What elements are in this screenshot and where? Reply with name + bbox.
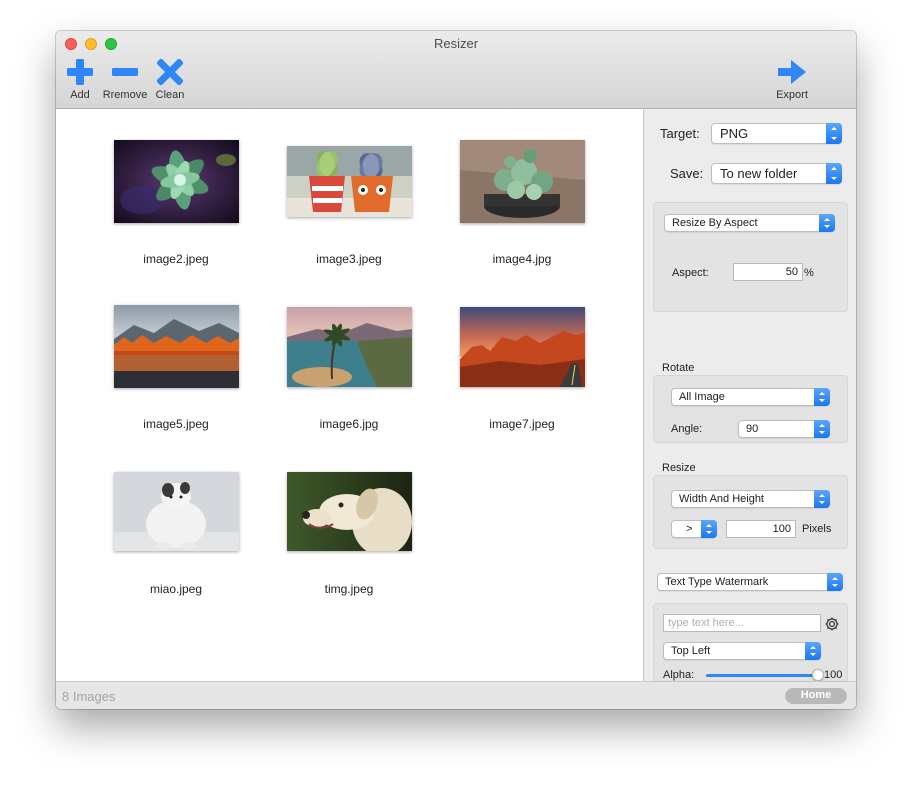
save-destination-select[interactable]: To new folder	[711, 163, 842, 184]
alpha-value: 100	[824, 669, 843, 681]
watermark-type-select[interactable]: Text Type Watermark	[657, 573, 843, 591]
settings-sidebar: Target: PNG Save: To new folder Resize B…	[645, 109, 856, 685]
add-button[interactable]: Add	[65, 59, 95, 101]
miao-caption: miao.jpeg	[149, 582, 203, 596]
resize-unit: Pixels	[802, 523, 832, 535]
clean-button[interactable]: Clean	[153, 59, 187, 101]
watermark-text-input[interactable]	[663, 614, 821, 632]
chevron-updown-icon	[826, 123, 842, 144]
rotate-scope-value: All Image	[679, 391, 725, 403]
angle-label: Angle:	[671, 423, 703, 435]
home-button[interactable]: Home	[785, 688, 847, 704]
image5-caption: image5.jpeg	[143, 417, 209, 431]
image2-thumbnail[interactable]	[114, 140, 239, 223]
chevron-updown-icon	[805, 642, 821, 660]
miao-thumbnail[interactable]	[114, 472, 239, 551]
watermark-type-value: Text Type Watermark	[665, 576, 769, 588]
alpha-slider-knob[interactable]	[812, 669, 824, 681]
plus-icon	[67, 59, 93, 85]
resize-group: Width And Height > 100 Pixels	[653, 475, 848, 549]
chevron-updown-icon	[827, 573, 843, 591]
target-label: Target:	[660, 126, 700, 141]
status-bar: 8 Images Home	[56, 681, 856, 709]
rotate-group: All Image Angle: 90	[653, 375, 848, 443]
x-icon	[157, 59, 183, 85]
alpha-slider-fill	[706, 674, 818, 677]
rotate-header: Rotate	[662, 362, 695, 374]
angle-select[interactable]: 90	[738, 420, 830, 438]
image6-caption: image6.jpg	[319, 417, 379, 431]
watermark-position-value: Top Left	[671, 645, 711, 657]
alpha-slider[interactable]	[706, 669, 824, 681]
image7-thumbnail[interactable]	[460, 307, 585, 387]
export-label: Export	[776, 89, 808, 101]
alpha-label: Alpha:	[663, 669, 695, 681]
resize-dimension-value: Width And Height	[679, 493, 764, 505]
angle-value: 90	[746, 423, 759, 435]
timg-caption: timg.jpeg	[324, 582, 374, 596]
resize-mode-select[interactable]: Resize By Aspect	[664, 214, 835, 232]
chevron-updown-icon	[814, 388, 830, 406]
rotate-scope-select[interactable]: All Image	[671, 388, 830, 406]
image6-thumbnail[interactable]	[287, 307, 412, 387]
resizer-window: Resizer Add Rremove Clean Export image2.…	[56, 31, 856, 709]
image4-caption: image4.jpg	[492, 252, 552, 266]
image3-thumbnail[interactable]	[287, 146, 412, 217]
aspect-field[interactable]: 50	[733, 263, 803, 281]
add-label: Add	[70, 89, 90, 101]
aspect-unit: %	[804, 267, 814, 279]
chevron-updown-icon	[826, 163, 842, 184]
chevron-updown-icon	[814, 490, 830, 508]
resize-pixels-field[interactable]: 100	[726, 520, 796, 538]
image-gallery: image2.jpeg image3.jpeg image4.jpg image…	[56, 109, 644, 681]
image4-thumbnail[interactable]	[460, 140, 585, 223]
resize-operator-value: >	[686, 523, 693, 535]
aspect-label: Aspect:	[672, 267, 709, 279]
timg-thumbnail[interactable]	[287, 472, 412, 551]
export-button[interactable]: Export	[772, 59, 812, 101]
toolbar: Resizer Add Rremove Clean Export	[56, 31, 856, 109]
resize-header: Resize	[662, 462, 696, 474]
remove-button[interactable]: Rremove	[102, 59, 148, 101]
remove-label: Rremove	[102, 89, 148, 101]
arrow-right-icon	[778, 60, 806, 84]
minus-icon	[112, 68, 138, 76]
clean-label: Clean	[155, 89, 185, 101]
watermark-group: Top Left Alpha: 100	[653, 603, 848, 685]
image5-thumbnail[interactable]	[114, 305, 239, 388]
window-title: Resizer	[433, 36, 479, 51]
image3-caption: image3.jpeg	[316, 252, 382, 266]
chevron-updown-icon	[819, 214, 835, 232]
resize-mode-value: Resize By Aspect	[672, 217, 758, 229]
watermark-position-select[interactable]: Top Left	[663, 642, 821, 660]
image-count: 8 Images	[62, 689, 116, 704]
target-format-select[interactable]: PNG	[711, 123, 842, 144]
chevron-updown-icon	[701, 520, 717, 538]
image7-caption: image7.jpeg	[489, 417, 555, 431]
image2-caption: image2.jpeg	[143, 252, 209, 266]
gear-icon[interactable]	[824, 616, 840, 632]
resize-dimension-select[interactable]: Width And Height	[671, 490, 830, 508]
save-label: Save:	[670, 166, 704, 181]
target-format-value: PNG	[720, 126, 749, 141]
save-destination-value: To new folder	[720, 166, 798, 181]
resize-operator-select[interactable]: >	[671, 520, 717, 538]
resize-aspect-group: Resize By Aspect Aspect: 50 %	[653, 202, 848, 312]
chevron-updown-icon	[814, 420, 830, 438]
